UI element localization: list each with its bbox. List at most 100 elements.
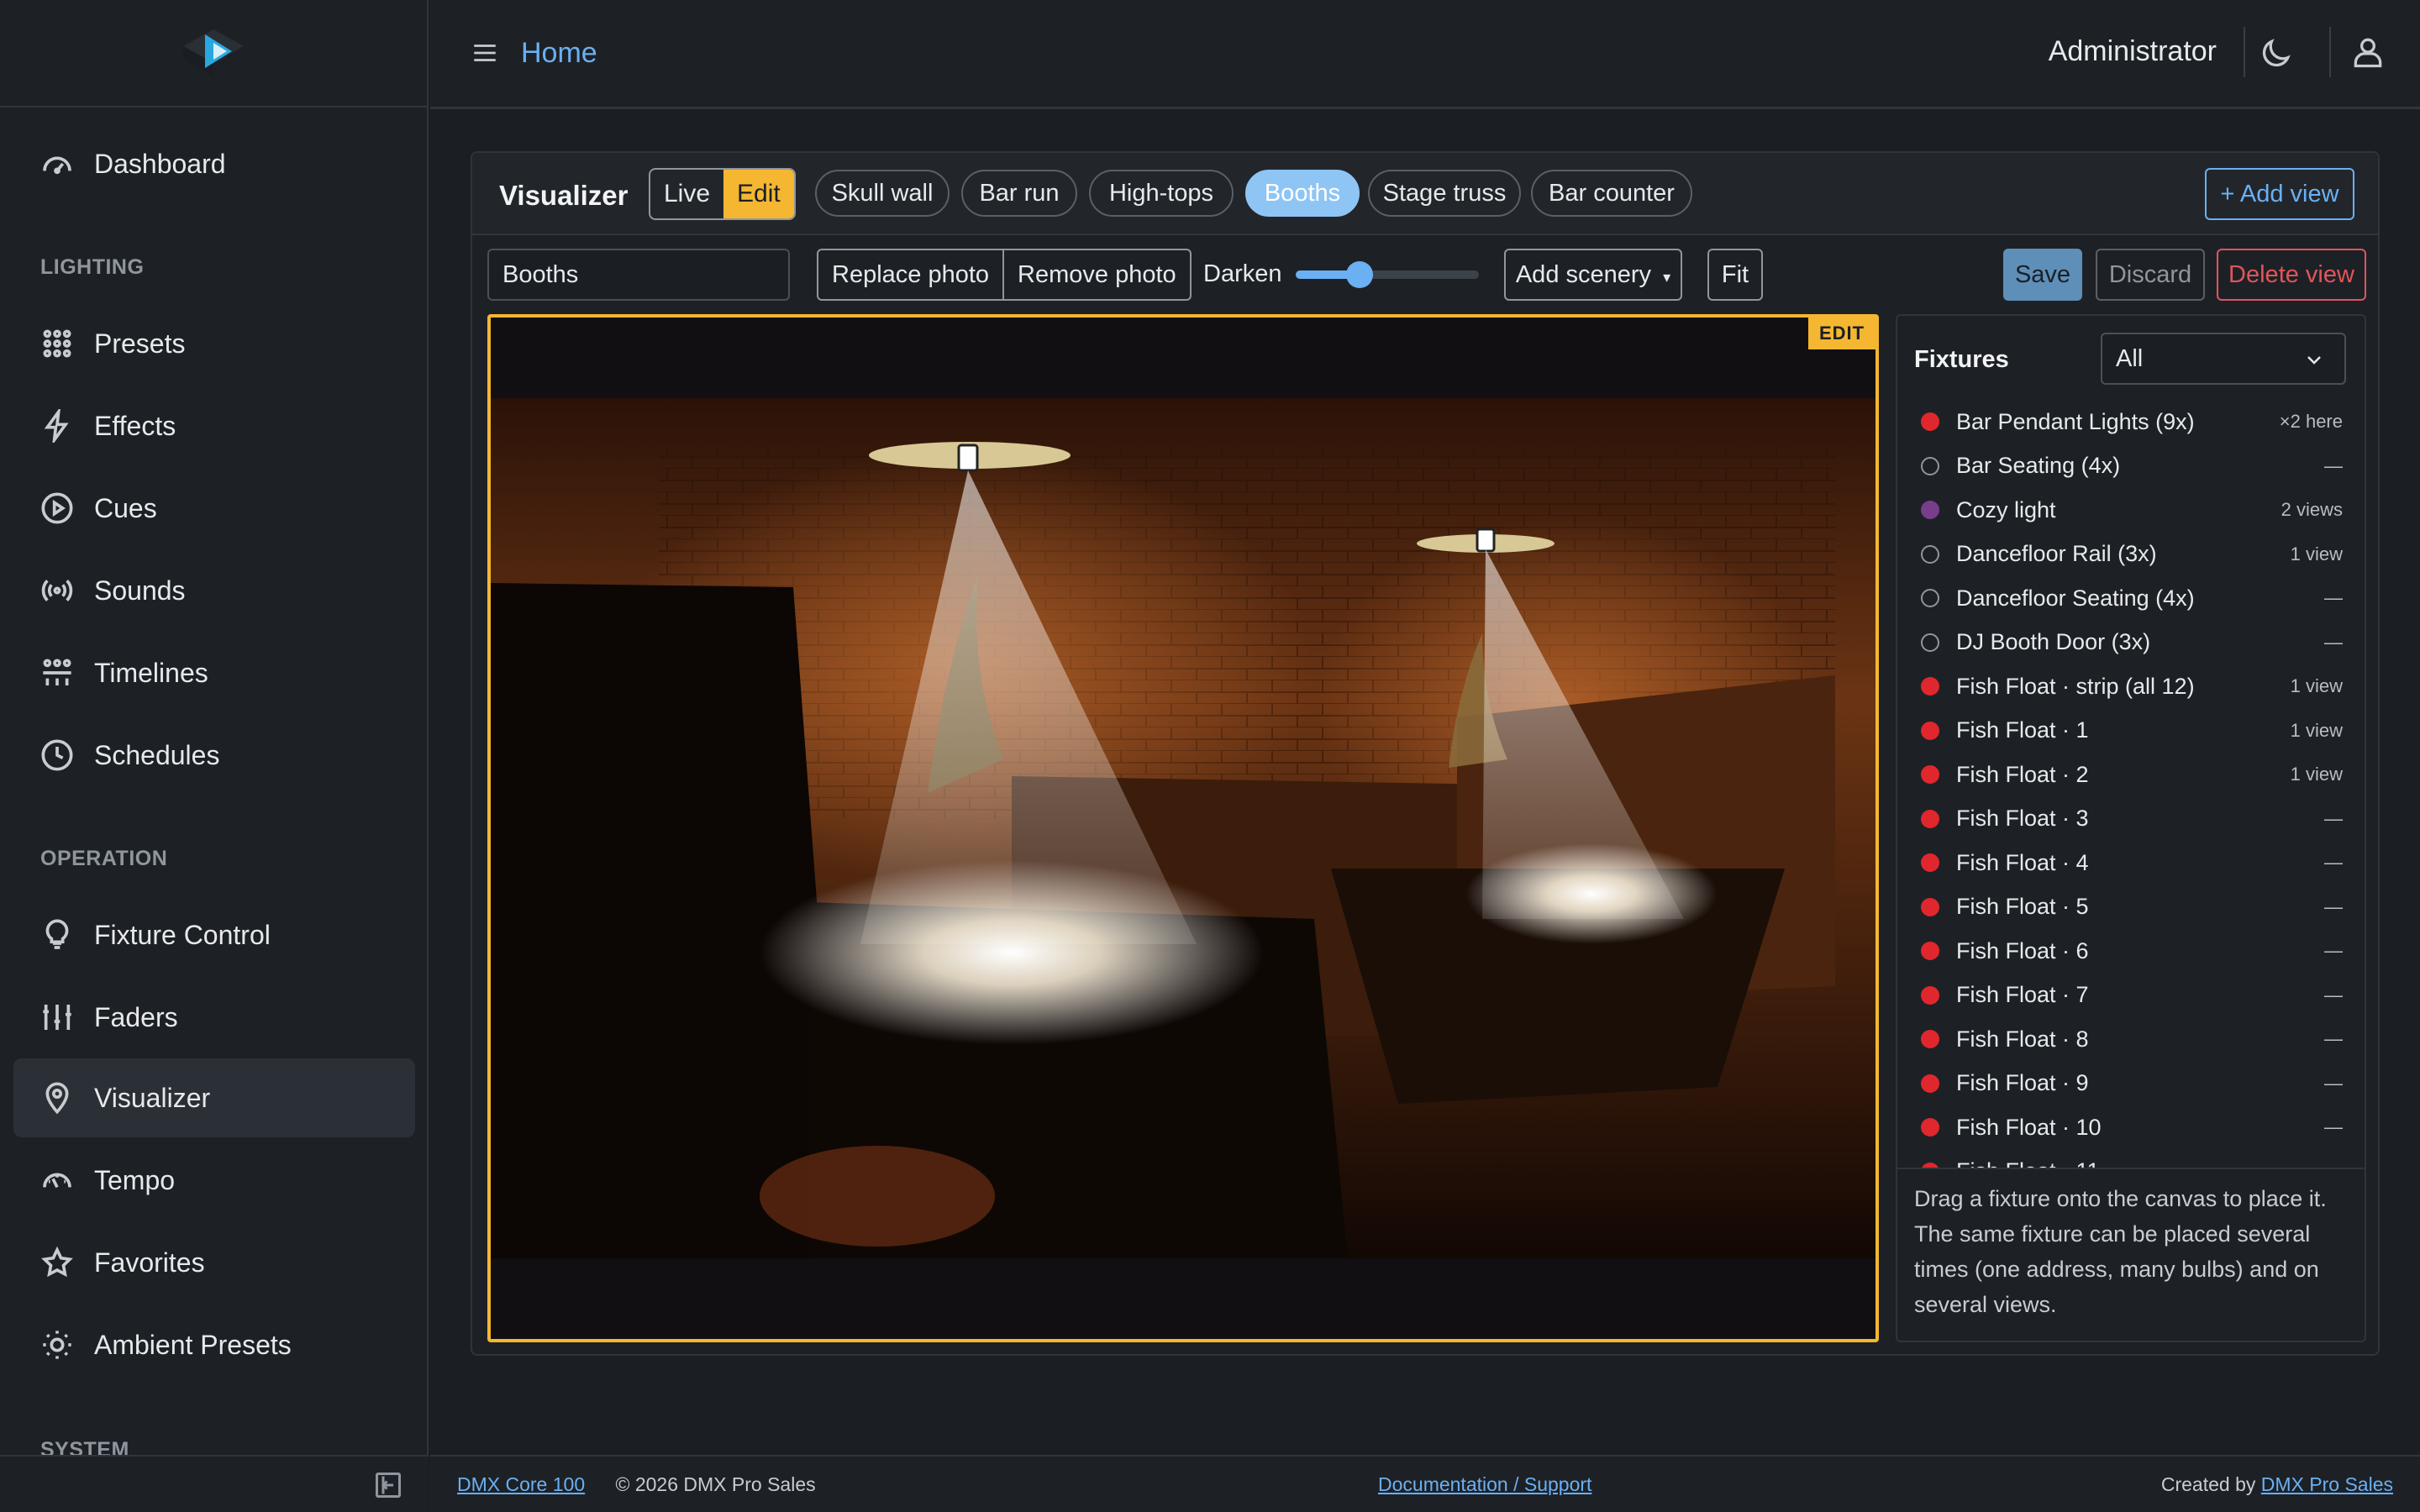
- copyright: © 2026 DMX Pro Sales: [615, 1473, 816, 1495]
- sidebar-item-effects[interactable]: Effects: [13, 386, 415, 465]
- breadcrumb-home[interactable]: Home: [521, 37, 597, 70]
- status-dot-icon: [1921, 1030, 1939, 1049]
- status-dot-icon: [1921, 985, 1939, 1005]
- fixture-row[interactable]: Cozy light 2 views: [1897, 488, 2365, 533]
- fixture-marker[interactable]: [1476, 528, 1496, 553]
- fixtures-title: Fixtures: [1914, 346, 2009, 373]
- product-link[interactable]: DMX Core 100: [457, 1473, 585, 1495]
- status-dot-icon: [1921, 897, 1939, 916]
- visualizer-canvas[interactable]: EDIT: [487, 314, 1879, 1342]
- fixture-row[interactable]: Fish Float · 21 view: [1897, 753, 2365, 797]
- delete-view-button[interactable]: Delete view: [2217, 249, 2366, 301]
- fixture-row[interactable]: Fish Float · 6 —: [1897, 929, 2365, 974]
- status-dot-icon: [1921, 589, 1939, 608]
- fixture-row[interactable]: Fish Float · strip (all 12) 1 view: [1897, 664, 2365, 709]
- save-button[interactable]: Save: [2003, 249, 2082, 301]
- logo[interactable]: [0, 0, 427, 108]
- view-tab-skull-wall[interactable]: Skull wall: [815, 170, 950, 217]
- grid-dots-icon: [40, 327, 74, 360]
- sidebar-item-label: Faders: [94, 1001, 178, 1032]
- footer: DMX Core 100 © 2026 DMX Pro Sales Docume…: [430, 1455, 2420, 1512]
- sidebar-item-sounds[interactable]: Sounds: [13, 551, 415, 630]
- replace-photo-button[interactable]: Replace photo: [818, 250, 1002, 299]
- fixture-row[interactable]: Bar Pendant Lights (9x) ×2 here: [1897, 400, 2365, 444]
- mode-live-button[interactable]: Live: [650, 170, 723, 218]
- fixture-list: Bar Pendant Lights (9x) ×2 here Bar Seatin…: [1897, 400, 2365, 1169]
- sidebar-item-label: Effects: [94, 410, 176, 441]
- sidebar-item-favorites[interactable]: Favorites: [13, 1223, 415, 1302]
- fixture-row[interactable]: Dancefloor Rail (3x) 1 view: [1897, 533, 2365, 577]
- view-tab-high-tops[interactable]: High-tops: [1089, 170, 1234, 217]
- sidebar-item-label: Schedules: [94, 739, 220, 770]
- fixture-usage: 2 views: [2281, 499, 2343, 521]
- fixture-marker[interactable]: [957, 444, 979, 472]
- fixture-row[interactable]: Bar Seating (4x) —: [1897, 444, 2365, 489]
- status-dot-icon: [1921, 765, 1939, 785]
- fixture-usage: ×2 here: [2279, 411, 2343, 433]
- status-dot-icon: [1921, 942, 1939, 961]
- add-scenery-dropdown[interactable]: Add scenery ▾: [1504, 249, 1682, 301]
- view-tab-bar-run[interactable]: Bar run: [961, 170, 1077, 217]
- darken-slider-thumb[interactable]: [1346, 261, 1374, 288]
- status-dot-icon: [1921, 1074, 1939, 1093]
- fixture-usage: 1 view: [2290, 764, 2343, 785]
- play-circle-icon: [40, 491, 74, 525]
- fixture-row[interactable]: Fish Float · 9 —: [1897, 1062, 2365, 1106]
- fixture-name: Dancefloor Seating (4x): [1956, 585, 2195, 611]
- fixture-row[interactable]: Fish Float · 3 —: [1897, 797, 2365, 842]
- fixture-row[interactable]: Fish Float · 10 —: [1897, 1105, 2365, 1150]
- fixture-row[interactable]: Fish Float · 4 —: [1897, 841, 2365, 885]
- status-dot-icon: [1921, 412, 1939, 432]
- company-link[interactable]: DMX Pro Sales: [2261, 1473, 2393, 1495]
- view-tab-bar-counter[interactable]: Bar counter: [1531, 170, 1692, 217]
- fixture-filter-select[interactable]: All: [2101, 333, 2346, 385]
- view-tab-booths[interactable]: Booths: [1245, 170, 1360, 217]
- sidebar-item-label: Timelines: [94, 657, 208, 688]
- fixture-row[interactable]: Fish Float · 8 —: [1897, 1017, 2365, 1062]
- remove-photo-button[interactable]: Remove photo: [1002, 250, 1190, 299]
- add-scenery-label: Add scenery: [1515, 261, 1652, 288]
- fixture-row[interactable]: Fish Float · 11 view: [1897, 709, 2365, 753]
- darken-slider[interactable]: [1296, 261, 1479, 288]
- discard-button[interactable]: Discard: [2096, 249, 2205, 301]
- sidebar-footer: [0, 1455, 429, 1512]
- footer-left: DMX Core 100 © 2026 DMX Pro Sales: [457, 1473, 816, 1496]
- view-tab-stage-truss[interactable]: Stage truss: [1368, 170, 1521, 217]
- status-dot-icon: [1921, 853, 1939, 873]
- sidebar-item-visualizer[interactable]: Visualizer: [13, 1058, 415, 1137]
- sidebar-item-faders[interactable]: Faders: [13, 978, 415, 1057]
- sidebar-item-ambient-presets[interactable]: Ambient Presets: [13, 1305, 415, 1384]
- booths-photo: [491, 398, 1876, 1258]
- fixture-name: Fish Float · 7: [1956, 982, 2089, 1008]
- speedometer-icon: [40, 1163, 74, 1197]
- fixture-name: Fish Float · 9: [1956, 1070, 2089, 1096]
- chevron-down-icon: [2307, 356, 2321, 365]
- sidebar-item-tempo[interactable]: Tempo: [13, 1141, 415, 1220]
- created-by: Created by: [2160, 1473, 2256, 1495]
- topbar: Home Administrator: [430, 0, 2420, 109]
- fixture-row[interactable]: DJ Booth Door (3x) —: [1897, 621, 2365, 665]
- user-icon[interactable]: [2349, 34, 2386, 71]
- fixture-row[interactable]: Fish Float · 5 —: [1897, 885, 2365, 930]
- view-name-input[interactable]: [487, 249, 790, 301]
- mode-edit-button[interactable]: Edit: [723, 170, 794, 218]
- sidebar-item-cues[interactable]: Cues: [13, 469, 415, 548]
- sidebar-item-dashboard[interactable]: Dashboard: [13, 124, 415, 203]
- add-view-button[interactable]: + Add view: [2205, 168, 2354, 220]
- fixture-row[interactable]: Fish Float · 7 —: [1897, 974, 2365, 1018]
- clock-icon: [40, 738, 74, 772]
- collapse-sidebar-icon[interactable]: [373, 1470, 403, 1500]
- fixture-row[interactable]: Fish Float · 11—: [1897, 1150, 2365, 1169]
- moon-icon[interactable]: [2257, 35, 2294, 72]
- sidebar-item-presets[interactable]: Presets: [13, 304, 415, 383]
- fixture-name: Fish Float · 10: [1956, 1114, 2102, 1140]
- docs-link[interactable]: Documentation / Support: [1378, 1473, 1591, 1495]
- fixture-row[interactable]: Dancefloor Seating (4x) —: [1897, 576, 2365, 621]
- menu-icon[interactable]: [471, 39, 499, 67]
- fit-button[interactable]: Fit: [1707, 249, 1763, 301]
- status-dot-icon: [1921, 633, 1939, 652]
- sidebar-item-fixture-control[interactable]: Fixture Control: [13, 895, 415, 974]
- divider: [2329, 27, 2331, 77]
- sidebar-item-schedules[interactable]: Schedules: [13, 716, 415, 795]
- sidebar-item-timelines[interactable]: Timelines: [13, 633, 415, 712]
